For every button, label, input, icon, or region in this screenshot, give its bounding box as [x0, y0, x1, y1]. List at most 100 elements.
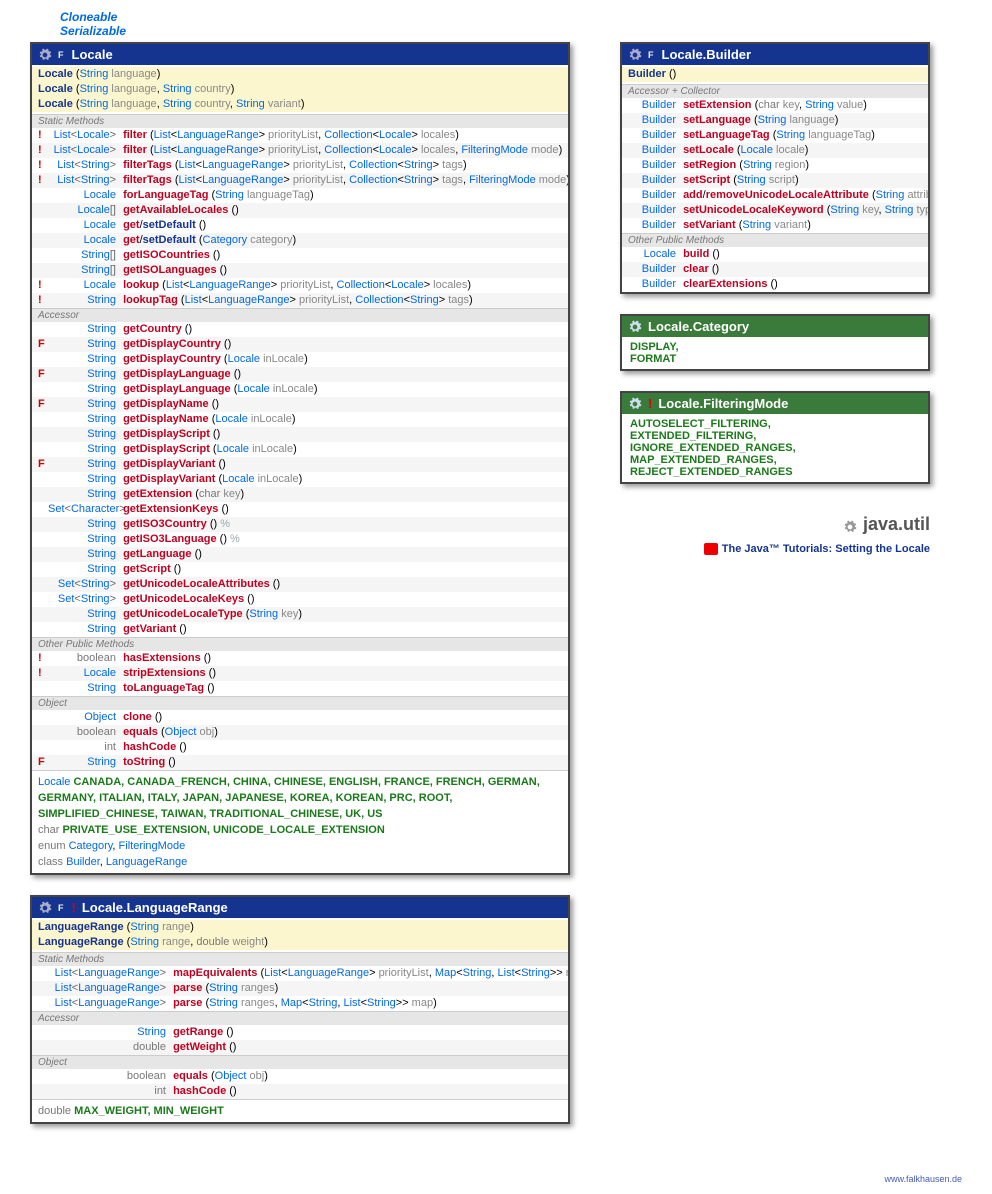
- method-row: String getRange (): [32, 1025, 568, 1040]
- method-row: Builder add/removeUnicodeLocaleAttribute…: [622, 188, 928, 203]
- method-row: String[] getISOCountries (): [32, 248, 568, 263]
- method-row: !Locale lookup (List<LanguageRange> prio…: [32, 278, 568, 293]
- constructors: Builder (): [622, 65, 928, 84]
- section-label: Other Public Methods: [622, 234, 928, 247]
- method-row: boolean equals (Object obj): [32, 1069, 568, 1084]
- method-row: Set<String> getUnicodeLocaleAttributes (…: [32, 577, 568, 592]
- card-locale: F Locale Locale (String language)Locale …: [30, 42, 570, 875]
- method-row: String getDisplayCountry (Locale inLocal…: [32, 352, 568, 367]
- method-row: FString getDisplayName (): [32, 397, 568, 412]
- section-object: Object boolean equals (Object obj)int ha…: [32, 1055, 568, 1099]
- card-builder: F Locale.Builder Builder () Accessor + C…: [620, 42, 930, 294]
- section-object: Object Object clone ()boolean equals (Ob…: [32, 696, 568, 770]
- method-row: Builder clear (): [622, 262, 928, 277]
- method-row: Locale forLanguageTag (String languageTa…: [32, 188, 568, 203]
- method-row: String getLanguage (): [32, 547, 568, 562]
- method-row: String getUnicodeLocaleType (String key): [32, 607, 568, 622]
- section-accessor: Accessor String getRange ()double getWei…: [32, 1011, 568, 1055]
- method-row: Builder clearExtensions (): [622, 277, 928, 292]
- gear-icon: [38, 48, 52, 62]
- method-row: List<LanguageRange> parse (String ranges…: [32, 996, 568, 1011]
- field-line: char PRIVATE_USE_EXTENSION, UNICODE_LOCA…: [38, 822, 562, 838]
- method-row: Locale (String language): [32, 67, 568, 82]
- final-flag: F: [58, 50, 64, 60]
- field-line: class Builder, LanguageRange: [38, 854, 562, 870]
- field-line: double MAX_WEIGHT, MIN_WEIGHT: [38, 1103, 562, 1119]
- implements-links: Cloneable Serializable: [60, 10, 962, 38]
- method-row: List<LanguageRange> mapEquivalents (List…: [32, 966, 568, 981]
- final-flag: F: [648, 50, 654, 60]
- section-label: Object: [32, 1056, 568, 1069]
- method-row: FString toString (): [32, 755, 568, 770]
- method-row: Locale (String language, String country,…: [32, 97, 568, 112]
- card-header: F Locale: [32, 44, 568, 65]
- section-label: Accessor: [32, 1012, 568, 1025]
- method-row: FString getDisplayVariant (): [32, 457, 568, 472]
- link-cloneable[interactable]: Cloneable: [60, 10, 962, 24]
- method-row: String getISO3Country () %: [32, 517, 568, 532]
- method-row: String getDisplayScript (Locale inLocale…: [32, 442, 568, 457]
- section-label: Other Public Methods: [32, 638, 568, 651]
- method-row: String getExtension (char key): [32, 487, 568, 502]
- method-row: String getDisplayName (Locale inLocale): [32, 412, 568, 427]
- section-label: Accessor: [32, 309, 568, 322]
- method-row: Builder setVariant (String variant): [622, 218, 928, 233]
- credit: www.falkhausen.de: [30, 1174, 962, 1184]
- section-accessor-collector: Accessor + Collector Builder setExtensio…: [622, 84, 928, 233]
- method-row: LanguageRange (String range): [32, 920, 568, 935]
- section-other: Other Public Methods Locale build ()Buil…: [622, 233, 928, 292]
- gear-icon: [628, 48, 642, 62]
- bang-marker: !: [72, 900, 76, 915]
- method-row: double getWeight (): [32, 1040, 568, 1055]
- card-title: Locale: [72, 47, 113, 62]
- section-label: Static Methods: [32, 115, 568, 128]
- constructors: Locale (String language)Locale (String l…: [32, 65, 568, 114]
- section-label: Accessor + Collector: [622, 85, 928, 98]
- link-serializable[interactable]: Serializable: [60, 24, 962, 38]
- method-row: !List<Locale> filter (List<LanguageRange…: [32, 143, 568, 158]
- card-header: ! Locale.FilteringMode: [622, 393, 928, 414]
- method-row: String getVariant (): [32, 622, 568, 637]
- method-row: !List<String> filterTags (List<LanguageR…: [32, 158, 568, 173]
- fields: double MAX_WEIGHT, MIN_WEIGHT: [32, 1099, 568, 1122]
- method-row: String getDisplayLanguage (Locale inLoca…: [32, 382, 568, 397]
- method-row: Locale (String language, String country): [32, 82, 568, 97]
- method-row: !boolean hasExtensions (): [32, 651, 568, 666]
- enum-values: AUTOSELECT_FILTERING,EXTENDED_FILTERING,…: [622, 414, 928, 482]
- section-static: Static Methods !List<Locale> filter (Lis…: [32, 114, 568, 308]
- gear-icon: [38, 901, 52, 915]
- method-row: Object clone (): [32, 710, 568, 725]
- method-row: Locale build (): [622, 247, 928, 262]
- method-row: !List<Locale> filter (List<LanguageRange…: [32, 128, 568, 143]
- method-row: Builder setExtension (char key, String v…: [622, 98, 928, 113]
- card-header: Locale.Category: [622, 316, 928, 337]
- field-line: Locale CANADA, CANADA_FRENCH, CHINA, CHI…: [38, 774, 562, 822]
- method-row: Builder setScript (String script): [622, 173, 928, 188]
- card-header: F Locale.Builder: [622, 44, 928, 65]
- card-filtering-mode: ! Locale.FilteringMode AUTOSELECT_FILTER…: [620, 391, 930, 484]
- enum-values: DISPLAY,FORMAT: [622, 337, 928, 369]
- method-row: Builder (): [622, 67, 928, 82]
- gear-icon: [628, 397, 642, 411]
- method-row: Locale[] getAvailableLocales (): [32, 203, 568, 218]
- bang-marker: !: [648, 396, 652, 411]
- section-accessor: Accessor String getCountry ()FString get…: [32, 308, 568, 637]
- method-row: String toLanguageTag (): [32, 681, 568, 696]
- method-row: Builder setLanguageTag (String languageT…: [622, 128, 928, 143]
- method-row: Locale get/setDefault (): [32, 218, 568, 233]
- method-row: Builder setLocale (Locale locale): [622, 143, 928, 158]
- method-row: !List<String> filterTags (List<LanguageR…: [32, 173, 568, 188]
- method-row: List<LanguageRange> parse (String ranges…: [32, 981, 568, 996]
- method-row: Set<String> getUnicodeLocaleKeys (): [32, 592, 568, 607]
- method-row: !Locale stripExtensions (): [32, 666, 568, 681]
- section-label: Static Methods: [32, 953, 568, 966]
- fields: Locale CANADA, CANADA_FRENCH, CHINA, CHI…: [32, 770, 568, 873]
- tutorial-anchor[interactable]: The Java™ Tutorials: Setting the Locale: [722, 543, 930, 555]
- gear-icon: [843, 518, 857, 532]
- card-title: Locale.LanguageRange: [82, 900, 228, 915]
- constructors: LanguageRange (String range)LanguageRang…: [32, 918, 568, 952]
- method-row: boolean equals (Object obj): [32, 725, 568, 740]
- card-language-range: F ! Locale.LanguageRange LanguageRange (…: [30, 895, 570, 1124]
- card-title: Locale.Builder: [662, 47, 752, 62]
- card-title: Locale.Category: [648, 319, 749, 334]
